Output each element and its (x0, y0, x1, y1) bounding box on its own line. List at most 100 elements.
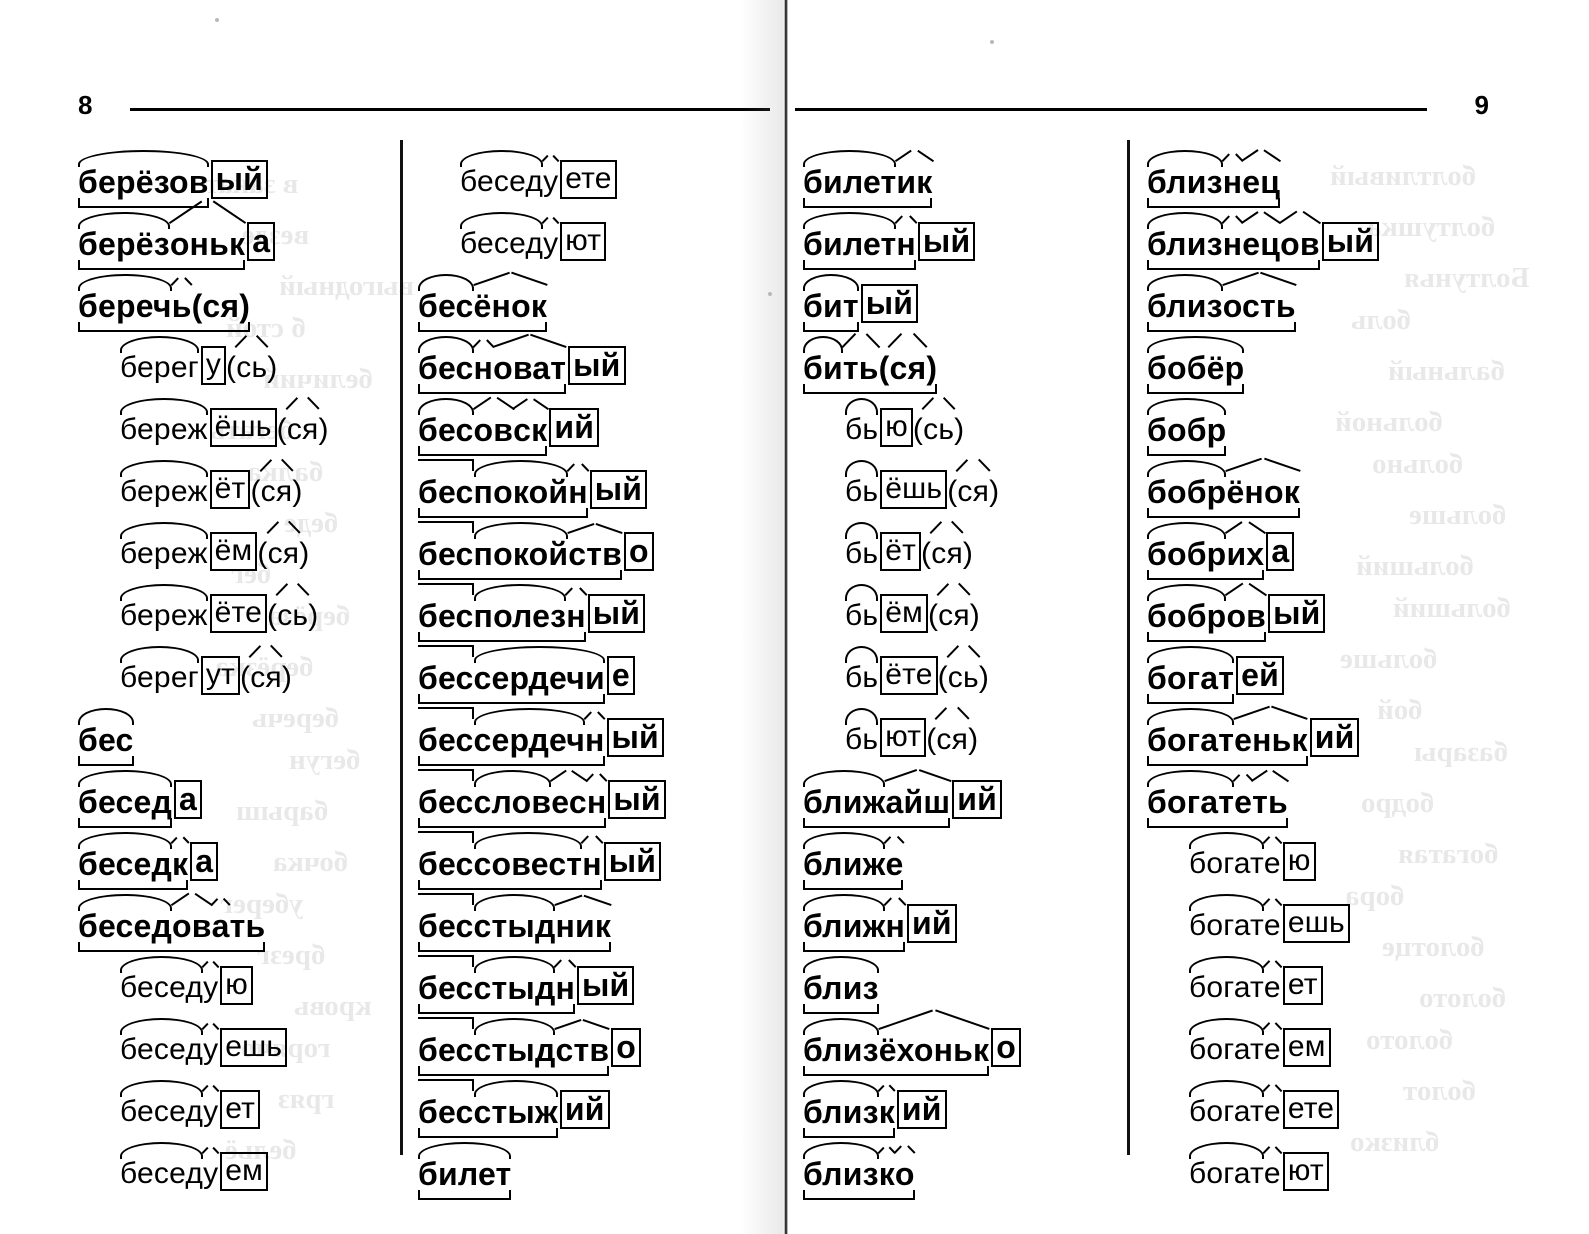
dictionary-entry[interactable]: бь ют (ся) (803, 704, 1123, 766)
dictionary-entry[interactable]: богат еньк ий (1147, 704, 1477, 766)
morpheme-prefix: бес (418, 831, 474, 881)
morpheme-text: ( (926, 723, 937, 756)
prefix-mark-icon (418, 1017, 474, 1029)
dictionary-entry[interactable]: береж ёшь(ся) (78, 394, 396, 456)
dictionary-entry[interactable]: бобр их а (1147, 518, 1477, 580)
dictionary-entry[interactable]: бь ю (сь) (803, 394, 1123, 456)
dictionary-entry[interactable]: билет н ый (803, 208, 1123, 270)
morpheme-text: ют (1287, 1154, 1324, 1187)
dictionary-entry[interactable]: бес (78, 704, 396, 766)
dictionary-entry[interactable]: богат е ем (1147, 1014, 1477, 1076)
morpheme-text: бесед (460, 227, 544, 260)
dictionary-entry[interactable]: бобёр (1147, 332, 1477, 394)
dictionary-entry[interactable]: богат е ешь (1147, 890, 1477, 952)
morpheme-text: береж (120, 537, 208, 570)
dictionary-entry[interactable]: бес совест н ый (418, 828, 748, 890)
dictionary-entry[interactable]: бесед а (78, 766, 396, 828)
morpheme-text: у (543, 165, 559, 198)
suffix-mark-icon (585, 707, 605, 720)
dictionary-entry[interactable]: бес покой ств о (418, 518, 748, 580)
word-analysis: берег ут(ся) (120, 634, 292, 704)
dictionary-entry[interactable]: бес ов ск ий (418, 394, 748, 456)
dictionary-entry[interactable]: би ть(ся) (803, 332, 1123, 394)
dictionary-entry[interactable]: бобр ёнок (1147, 456, 1477, 518)
dictionary-entry[interactable]: богат е ете (1147, 1076, 1477, 1138)
dictionary-entry[interactable]: бес полез н ый (418, 580, 748, 642)
morpheme-text: ( (267, 599, 278, 632)
dictionary-entry[interactable]: бь ёте (сь) (803, 642, 1123, 704)
dictionary-entry[interactable]: бесед у ю (78, 952, 396, 1014)
morpheme-ending: ет (220, 1090, 261, 1129)
morpheme-text: (ся) (191, 288, 251, 324)
morpheme-text: ( (226, 351, 237, 384)
morpheme-root: бесед (120, 1018, 204, 1067)
word-analysis: ближ н ий (803, 882, 957, 952)
dictionary-entry[interactable]: близ н ец (1147, 146, 1477, 208)
dictionary-entry[interactable]: близ н ец ов ый (1147, 208, 1477, 270)
dictionary-entry[interactable]: берёз оньк а (78, 208, 396, 270)
dictionary-entry[interactable]: богат е ет (1147, 952, 1477, 1014)
dictionary-entry[interactable]: бес слов ес н ый (418, 766, 748, 828)
dictionary-entry[interactable]: билет (418, 1138, 748, 1200)
dictionary-entry[interactable]: богат е ть (1147, 766, 1477, 828)
dictionary-entry[interactable]: берег у(сь) (78, 332, 396, 394)
dictionary-entry[interactable]: бь ёшь (ся) (803, 456, 1123, 518)
dictionary-entry[interactable]: близ к ий (803, 1076, 1123, 1138)
dictionary-entry[interactable]: бь ёт (ся) (803, 518, 1123, 580)
dictionary-entry[interactable]: ближ н ий (803, 890, 1123, 952)
dictionary-entry[interactable]: бобр ов ый (1147, 580, 1477, 642)
dictionary-entry[interactable]: близ ость (1147, 270, 1477, 332)
word-analysis: берёзов ый (78, 138, 269, 208)
morpheme-root: бесед (120, 1080, 204, 1129)
dictionary-entry[interactable]: бес стыж ий (418, 1076, 748, 1138)
dictionary-entry[interactable]: бес ёнок (418, 270, 748, 332)
morpheme-text: сь (947, 661, 979, 694)
word-analysis: ближ айш ий (803, 758, 1002, 828)
dictionary-entry[interactable]: бесед у ешь (78, 1014, 396, 1076)
dictionary-entry[interactable]: бесед у ете (418, 146, 748, 208)
morpheme-text: ет (225, 1092, 256, 1125)
dictionary-entry[interactable]: богат е ю (1147, 828, 1477, 890)
header-rule-left (130, 108, 770, 111)
dictionary-entry[interactable]: бесед у ем (78, 1138, 396, 1200)
dictionary-entry[interactable]: берег ут(ся) (78, 642, 396, 704)
morpheme-suffix: ец (1242, 227, 1280, 261)
dictionary-entry[interactable]: береж ёте(сь) (78, 580, 396, 642)
dictionary-entry[interactable]: близ (803, 952, 1123, 1014)
dictionary-entry[interactable]: бес сердеч н ый (418, 704, 748, 766)
dictionary-entry[interactable]: бес стыд ств о (418, 1014, 748, 1076)
dictionary-entry[interactable]: берёзов ый (78, 146, 396, 208)
dictionary-entry[interactable]: бит ый (803, 270, 1123, 332)
dictionary-entry[interactable]: ближ айш ий (803, 766, 1123, 828)
dictionary-entry[interactable]: береж ёт(ся) (78, 456, 396, 518)
dictionary-entry[interactable]: бь ём (ся) (803, 580, 1123, 642)
dictionary-entry[interactable]: бес стыд ник (418, 890, 748, 952)
dictionary-entry[interactable]: бесед к а (78, 828, 396, 890)
suffix-mark-icon (212, 893, 230, 906)
dictionary-entry[interactable]: береч ь (ся) (78, 270, 396, 332)
morpheme-suffix: у (543, 165, 558, 199)
dictionary-entry[interactable]: бобр (1147, 394, 1477, 456)
dictionary-entry[interactable]: богат е ют (1147, 1138, 1477, 1200)
stem-bracket: близ к (803, 1080, 895, 1138)
dictionary-entry[interactable]: близ ёхоньк о (803, 1014, 1123, 1076)
morpheme-ending: ем (220, 1152, 268, 1191)
dictionary-entry[interactable]: ближ е (803, 828, 1123, 890)
dictionary-entry[interactable]: бес стыд н ый (418, 952, 748, 1014)
morpheme-text: у (543, 227, 559, 260)
dictionary-entry[interactable]: бесед у ют (418, 208, 748, 270)
dictionary-entry[interactable]: бес сердечи е (418, 642, 748, 704)
dictionary-entry[interactable]: бес н оват ый (418, 332, 748, 394)
dictionary-entry[interactable]: билет ик (803, 146, 1123, 208)
page-header-left: 8 (70, 92, 770, 132)
dictionary-entry[interactable]: бесед у ет (78, 1076, 396, 1138)
morpheme-suffix: ся (936, 723, 968, 757)
dictionary-entry[interactable]: бесед ов а ть (78, 890, 396, 952)
dictionary-entry[interactable]: богат ей (1147, 642, 1477, 704)
dictionary-entry[interactable]: бес покой н ый (418, 456, 748, 518)
dictionary-entry[interactable]: береж ём(ся) (78, 518, 396, 580)
morpheme-root: близ (803, 1018, 879, 1067)
dictionary-entry[interactable]: близ к о (803, 1138, 1123, 1200)
word-analysis: бь ём (ся) (845, 572, 980, 642)
morpheme-text: ( (947, 475, 958, 508)
